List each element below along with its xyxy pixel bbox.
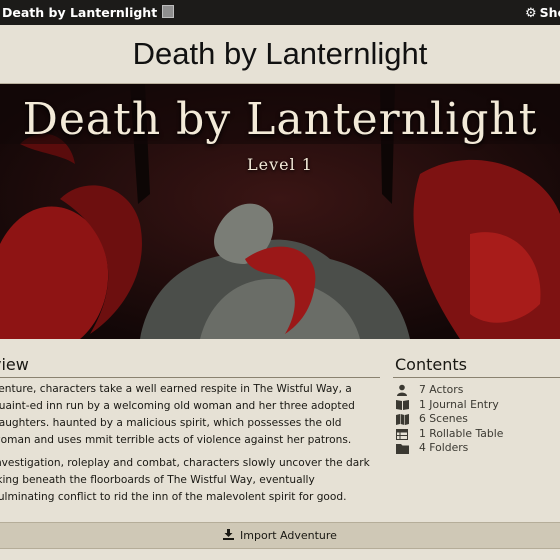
- contents-item-label: 6 Scenes: [419, 412, 468, 426]
- contents-list: 7 Actors 1 Journal Entry 6 Scenes 1 Roll…: [395, 383, 560, 456]
- overview-paragraph-2: investigation, roleplay and combat, char…: [0, 457, 370, 503]
- contents-divider: [393, 377, 560, 378]
- page-title: Death by Lanternlight: [0, 25, 560, 84]
- table-icon: [395, 428, 409, 440]
- contents-heading: Contents: [395, 355, 467, 374]
- document-icon: [162, 5, 175, 18]
- overview-heading: view: [0, 355, 29, 374]
- banner-subtitle: Level 1: [247, 155, 313, 174]
- download-icon: [223, 528, 235, 543]
- user-icon: [395, 384, 409, 397]
- contents-item-label: 1 Journal Entry: [419, 397, 499, 411]
- overview-divider: [0, 377, 380, 378]
- map-icon: [395, 413, 409, 425]
- overview-text: venture, characters take a well earned r…: [0, 381, 378, 512]
- sheet-label: Sheet: [539, 5, 560, 20]
- banner-title: Death by Lanternlight: [22, 94, 538, 145]
- banner-image: Death by Lanternlight Level 1: [0, 84, 560, 339]
- adventure-page: Death by Lanternlight Death by Lanternli…: [0, 25, 560, 560]
- gear-icon: ⚙: [525, 6, 537, 21]
- window-title-text: Death by Lanternlight: [2, 5, 158, 20]
- contents-item-journal: 1 Journal Entry: [395, 398, 560, 413]
- contents-item-label: 1 Rollable Table: [419, 426, 504, 440]
- window-title: Death by Lanternlight: [2, 5, 175, 20]
- import-adventure-label: Import Adventure: [240, 529, 337, 542]
- window-titlebar: Death by Lanternlight ⚙Sheet: [0, 0, 560, 25]
- sheet-button[interactable]: ⚙Sheet: [525, 5, 560, 21]
- contents-item-label: 4 Folders: [419, 441, 469, 455]
- import-adventure-button[interactable]: Import Adventure: [0, 522, 560, 549]
- contents-item-scenes: 6 Scenes: [395, 412, 560, 427]
- overview-paragraph-1: venture, characters take a well earned r…: [0, 383, 355, 446]
- contents-item-label: 7 Actors: [419, 383, 464, 396]
- contents-item-folders: 4 Folders: [395, 441, 560, 456]
- folder-icon: [395, 443, 409, 455]
- contents-item-actors: 7 Actors: [395, 383, 560, 398]
- contents-item-table: 1 Rollable Table: [395, 427, 560, 442]
- book-icon: [395, 399, 409, 411]
